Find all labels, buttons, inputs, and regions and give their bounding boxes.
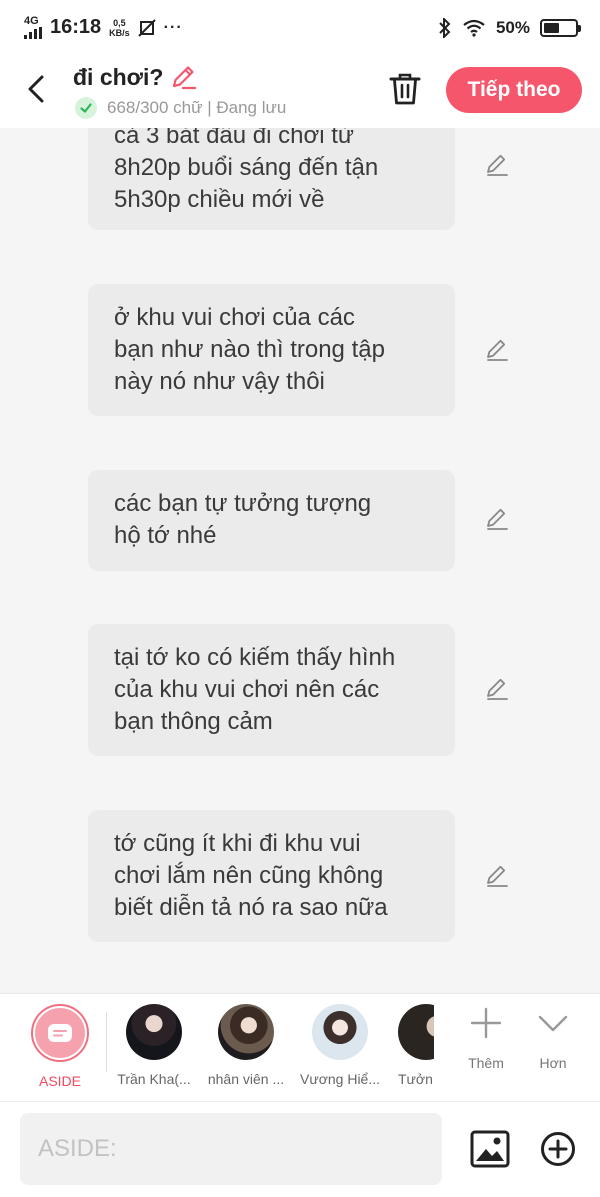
wifi-icon	[463, 19, 485, 37]
message-line: 5h30p chiều mới về	[114, 186, 325, 213]
speed-unit: KB/s	[109, 27, 130, 38]
delete-button[interactable]	[388, 71, 422, 107]
message-bubble[interactable]: cả 3 bắt đầu đi chơi từ 8h20p buổi sáng …	[88, 128, 455, 230]
character-item[interactable]: Vương Hiể...	[294, 1004, 386, 1087]
character-item[interactable]: Trần Kha(...	[108, 1004, 200, 1087]
edit-message-icon[interactable]	[484, 337, 510, 363]
battery-percent: 50%	[495, 17, 530, 37]
status-time: 16:18	[50, 16, 102, 38]
plus-icon	[470, 1007, 502, 1039]
divider	[106, 1012, 107, 1072]
message-bubble[interactable]: tại tớ ko có kiếm thấy hình của khu vui …	[88, 624, 455, 756]
save-status-row: 668/300 chữ | Đang lưu	[75, 97, 286, 119]
next-button[interactable]: Tiếp theo	[446, 67, 582, 113]
avatar	[398, 1004, 434, 1060]
chevron-left-icon	[28, 75, 44, 103]
message-line: hộ tớ nhé	[114, 522, 217, 549]
status-bar: 4G 16:18 0,5 KB/s ··· 50%	[0, 0, 600, 55]
network-type: 4G	[24, 15, 39, 27]
message-line: tại tớ ko có kiếm thấy hình	[114, 644, 396, 671]
message-line: 8h20p buổi sáng đến tận	[114, 154, 379, 181]
character-selector: ASIDE Trần Kha(... nhân viên ... Vương H…	[0, 993, 600, 1101]
message-line: các bạn tự tưởng tượng	[114, 490, 372, 517]
battery-icon	[540, 18, 581, 37]
message-bubble[interactable]: các bạn tự tưởng tượng hộ tớ nhé	[88, 470, 455, 571]
character-item[interactable]: nhân viên ...	[200, 1004, 292, 1087]
more-notifications-icon: ···	[163, 18, 183, 36]
trash-icon	[389, 73, 421, 105]
edit-message-icon[interactable]	[484, 676, 510, 702]
screenshot-off-icon	[137, 18, 156, 37]
image-icon[interactable]	[470, 1130, 510, 1168]
message-list[interactable]: cả 3 bắt đầu đi chơi từ 8h20p buổi sáng …	[0, 128, 600, 993]
message-line: ở khu vui chơi của các	[114, 304, 355, 331]
bluetooth-icon	[439, 17, 451, 38]
check-icon	[75, 97, 97, 119]
back-button[interactable]	[20, 73, 52, 105]
message-bubble[interactable]: ở khu vui chơi của các bạn như nào thì t…	[88, 284, 455, 416]
character-aside[interactable]: ASIDE	[14, 1004, 106, 1089]
message-bubble[interactable]: tớ cũng ít khi đi khu vui chơi lắm nên c…	[88, 810, 455, 942]
message-line: bạn thông cảm	[114, 708, 273, 735]
input-bar	[0, 1101, 600, 1197]
more-label: Hơn	[539, 1055, 567, 1071]
character-name: nhân viên ...	[207, 1071, 285, 1087]
edit-message-icon[interactable]	[484, 152, 510, 178]
chevron-down-icon	[538, 1015, 568, 1032]
speed-value: 0,5	[113, 17, 126, 28]
edit-message-icon[interactable]	[484, 863, 510, 889]
add-character-button[interactable]: Thêm	[456, 1006, 516, 1071]
editor-header: đi chơi? 668/300 chữ | Đang lưu Tiếp the…	[0, 55, 600, 128]
character-name: ASIDE	[38, 1073, 81, 1089]
battery-fill	[544, 22, 559, 33]
signal-icon: 4G	[24, 16, 42, 39]
avatar	[126, 1004, 182, 1060]
character-name: Vương Hiể...	[299, 1071, 381, 1087]
word-count-status: 668/300 chữ | Đang lưu	[107, 98, 287, 117]
more-button[interactable]: Hơn	[523, 1006, 583, 1071]
story-title[interactable]: đi chơi?	[73, 64, 163, 91]
avatar	[312, 1004, 368, 1060]
message-line: biết diễn tả nó ra sao nữa	[114, 894, 388, 921]
message-line: cả 3 bắt đầu đi chơi từ	[114, 128, 354, 149]
message-line: chơi lắm nên cũng không	[114, 862, 384, 889]
network-speed: 0,5 KB/s	[109, 18, 130, 38]
edit-title-icon[interactable]	[169, 63, 197, 91]
add-label: Thêm	[468, 1055, 504, 1071]
character-name: Trần Kha(...	[117, 1071, 191, 1087]
character-name: Tưởn	[398, 1071, 433, 1087]
message-line: của khu vui chơi nên các	[114, 676, 380, 703]
message-input[interactable]	[20, 1113, 442, 1185]
add-circle-icon[interactable]	[540, 1131, 576, 1167]
message-line: bạn như nào thì trong tập	[114, 336, 385, 363]
character-item[interactable]: Tưởn	[398, 1004, 434, 1087]
message-line: này nó như vậy thôi	[114, 368, 325, 395]
title-row[interactable]: đi chơi?	[73, 63, 197, 91]
edit-message-icon[interactable]	[484, 506, 510, 532]
message-line: tớ cũng ít khi đi khu vui	[114, 830, 361, 857]
avatar	[218, 1004, 274, 1060]
aside-avatar	[31, 1004, 89, 1062]
chat-bubble-icon	[48, 1024, 72, 1042]
